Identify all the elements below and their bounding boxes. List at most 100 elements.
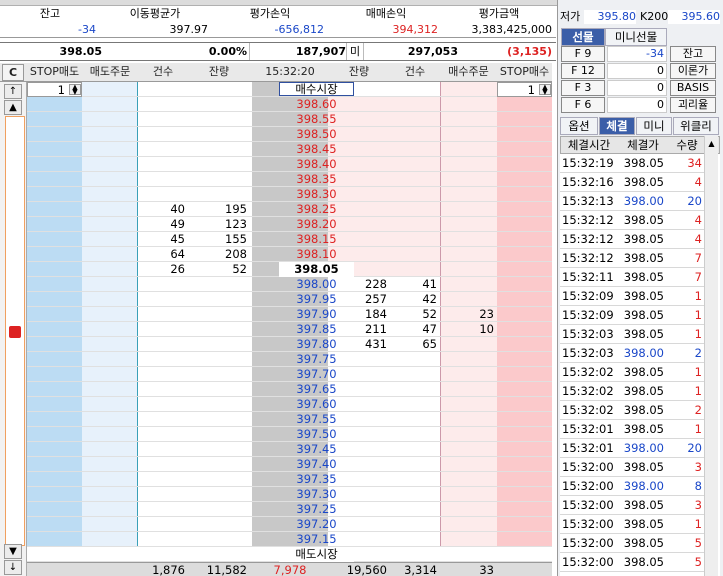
total-buy-order: 33 [479,563,494,576]
ask-price[interactable]: 398.30 [279,187,354,202]
orderbook-row: 397.70 [27,367,552,382]
totals-row: 1,876 11,582 7,978 19,560 3,314 33 [27,562,552,576]
ask-remain: 123 [225,217,247,231]
bid-order [440,532,497,547]
trade-list-scrollbar[interactable]: ▲ [704,136,718,576]
price-summary-line: 398.05 0.00% 187,907 미 297,053 (3,135) [0,42,556,61]
bid-count: 41 [422,277,437,291]
bid-count [390,367,440,382]
bid-order [440,292,497,307]
orderbook-row: 398.55 [27,112,552,127]
ask-price[interactable]: 398.35 [279,172,354,187]
scroll-top-icon[interactable]: ↑ [4,84,22,99]
orderbook-row: 397.45 [27,442,552,457]
orderbook-row: 397.65 [27,382,552,397]
trade-price: 398.05 [623,175,664,189]
col-header-time: 15:32:20 [265,65,315,78]
ask-price[interactable]: 398.25 [279,202,354,217]
orderbook-row: 매도시장 [27,547,552,562]
ask-price[interactable]: 398.55 [279,112,354,127]
low-label: 저가 [560,10,581,23]
c-button[interactable]: C [2,64,24,81]
tab-mini-futures[interactable]: 미니선물 [605,28,667,46]
summary-header: 이동평균가 [129,7,181,20]
tab-options[interactable]: 옵션 [560,117,598,135]
trade-row: 15:32:11 398.05 7 [560,268,704,287]
trade-row: 15:32:09 398.05 1 [560,306,704,325]
fkey-action-button[interactable]: BASIS [670,80,716,96]
fkey-label[interactable]: F 3 [561,80,605,96]
orderbook-row: 397.40 [27,457,552,472]
market-sell-button[interactable]: 매도시장 [279,547,354,562]
scroll-up-icon[interactable]: ▲ [707,138,716,150]
bid-remain [328,367,390,382]
trade-row: 15:32:16 398.05 4 [560,173,704,192]
trade-header-qty: 수량 [676,138,698,152]
ask-count: 64 [170,247,185,261]
last-price: 398.05 [59,45,102,58]
fkey-action-button[interactable]: 괴리율 [670,97,716,113]
trade-time: 15:32:01 [562,441,614,455]
orderbook-row: 397.60 [27,397,552,412]
total-bid-count: 3,314 [404,563,437,576]
bid-order [440,382,497,397]
trade-row: 15:32:12 398.05 4 [560,230,704,249]
tab-weekly[interactable]: 위클리 [673,117,719,135]
trade-time: 15:32:16 [562,175,614,189]
ask-price[interactable]: 398.40 [279,157,354,172]
fkey-label[interactable]: F 12 [561,63,605,79]
fkey-action-button[interactable]: 이론가 [670,63,716,79]
ask-price[interactable]: 398.10 [279,247,354,262]
bid-order [440,277,497,292]
orderbook-row: 397.20 [27,517,552,532]
orderbook-row: 398.60 [27,97,552,112]
trade-price: 398.00 [623,479,664,493]
ask-price[interactable]: 398.20 [279,217,354,232]
trade-row: 15:32:12 398.05 4 [560,211,704,230]
current-count: 26 [170,262,185,276]
bid-remain [328,397,390,412]
stepper-arrows-icon[interactable]: ▲ ▼ [69,84,81,96]
ask-remain [188,97,250,112]
col-header-buy-order: 매수주문 [448,65,489,78]
fkey-action-button[interactable]: 잔고 [670,46,716,62]
tab-futures[interactable]: 선물 [561,28,605,46]
low-value: 395.80 [584,10,636,24]
bid-order [440,337,497,352]
avg-price-value: 397.97 [169,23,209,36]
ask-price[interactable]: 398.50 [279,127,354,142]
market-buy-button[interactable]: 매수시장 [279,82,354,96]
fkey-value: 0 [607,63,667,79]
fkey-label[interactable]: F 6 [561,97,605,113]
bid-order [440,352,497,367]
stepper-arrows-icon[interactable]: ▲ ▼ [539,84,551,96]
bid-remain [328,472,390,487]
fkey-label[interactable]: F 9 [561,46,605,62]
bid-count [390,517,440,532]
trade-row: 15:32:03 398.05 1 [560,325,704,344]
trade-row: 15:32:00 398.00 8 [560,477,704,496]
trade-qty: 4 [694,175,702,189]
tab-trades[interactable]: 체결 [599,117,635,135]
current-price[interactable]: 398.05 [279,262,354,277]
fkey-value: 0 [607,97,667,113]
trade-price: 398.05 [623,327,664,341]
bid-remain [328,532,390,547]
trade-price: 398.05 [623,498,664,512]
tab-mini[interactable]: 미니 [636,117,672,135]
ask-count [138,187,188,202]
ask-price[interactable]: 398.60 [279,97,354,112]
trade-row: 15:32:02 398.05 2 [560,401,704,420]
trade-price: 398.05 [623,536,664,550]
bid-order [440,472,497,487]
ask-price[interactable]: 398.15 [279,232,354,247]
scroll-down-icon[interactable]: ▼ [4,544,22,559]
ask-count [138,127,188,142]
eval-amount-value: 3,383,425,000 [471,23,552,36]
ask-price[interactable]: 398.45 [279,142,354,157]
scroll-up-icon[interactable]: ▲ [4,100,22,115]
bid-remain [328,487,390,502]
trade-time: 15:32:00 [562,555,614,569]
summary-header: 매매손익 [365,7,407,20]
scroll-bottom-icon[interactable]: ↓ [4,560,22,575]
